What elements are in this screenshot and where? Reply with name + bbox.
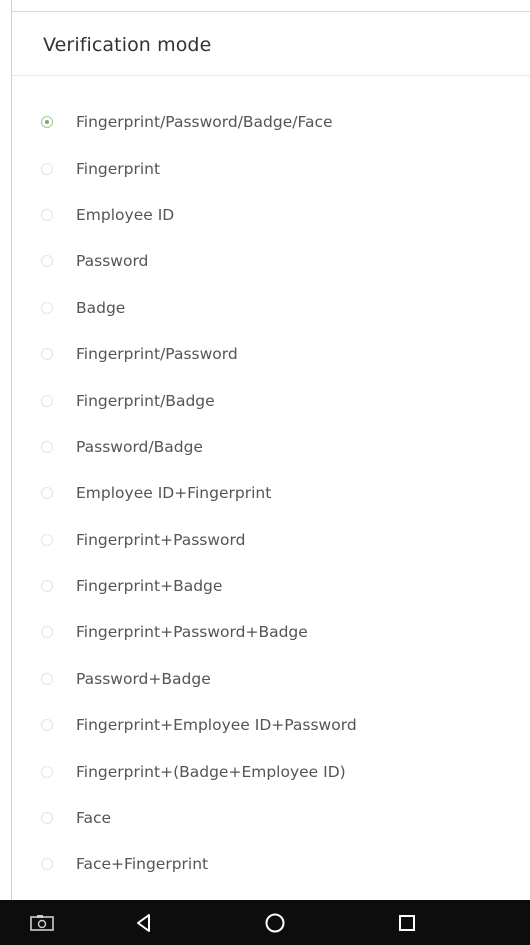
verification-option[interactable]: Password+Badge xyxy=(12,657,530,703)
radio-button[interactable] xyxy=(41,208,53,221)
verification-option[interactable]: Employee ID+Fingerprint xyxy=(12,471,530,517)
verification-option[interactable]: Fingerprint+Password+Badge xyxy=(12,610,530,656)
verification-option-label: Fingerprint xyxy=(76,159,161,178)
radio-button[interactable] xyxy=(41,672,53,685)
verification-mode-screen: Verification mode Fingerprint/Password/B… xyxy=(0,0,530,945)
radio-button[interactable] xyxy=(41,440,53,453)
verification-option[interactable]: Fingerprint xyxy=(12,146,530,192)
verification-option-label: Face+Fingerprint xyxy=(76,855,209,874)
verification-option[interactable]: Fingerprint/Password xyxy=(12,332,530,378)
verification-option[interactable]: Fingerprint+Badge xyxy=(12,564,530,610)
verification-option-label: Password/Badge xyxy=(76,437,203,456)
verification-option-label: Fingerprint+Password xyxy=(76,530,246,549)
verification-option[interactable]: Password xyxy=(12,239,530,285)
verification-option[interactable]: Fingerprint/Password/Badge/Face xyxy=(12,100,530,146)
radio-button[interactable] xyxy=(41,162,53,175)
verification-option[interactable]: Face xyxy=(12,796,530,842)
verification-option-label: Badge xyxy=(76,298,126,317)
radio-button[interactable] xyxy=(41,580,53,593)
navigation-bar xyxy=(0,900,530,945)
verification-option[interactable]: Password/Badge xyxy=(12,425,530,471)
verification-option-label: Employee ID+Fingerprint xyxy=(76,484,272,503)
verification-option-label: Fingerprint/Password/Badge/Face xyxy=(76,113,333,132)
verification-option[interactable]: Fingerprint+Employee ID+Password xyxy=(12,703,530,749)
verification-mode-list: Fingerprint/Password/Badge/Face Fingerpri… xyxy=(12,100,530,889)
verification-option-label: Password xyxy=(76,252,149,271)
verification-option-label: Fingerprint+Password+Badge xyxy=(76,623,308,642)
radio-button[interactable] xyxy=(41,812,53,825)
radio-button[interactable] xyxy=(41,301,53,314)
verification-option-label: Fingerprint/Badge xyxy=(76,391,215,410)
radio-button[interactable] xyxy=(41,255,53,268)
verification-option-label: Fingerprint+Badge xyxy=(76,577,223,596)
verification-option[interactable]: Employee ID xyxy=(12,193,530,239)
verification-option[interactable]: Badge xyxy=(12,286,530,332)
radio-button[interactable] xyxy=(41,348,53,361)
radio-button[interactable] xyxy=(41,626,53,639)
radio-button-checked[interactable] xyxy=(41,116,53,129)
home-icon[interactable] xyxy=(250,900,300,945)
verification-option-label: Password+Badge xyxy=(76,669,211,688)
page-title: Verification mode xyxy=(43,34,212,56)
radio-button[interactable] xyxy=(41,487,53,500)
verification-option[interactable]: Fingerprint+(Badge+Employee ID) xyxy=(12,749,530,795)
verification-option[interactable]: Fingerprint/Badge xyxy=(12,378,530,424)
verification-option-label: Fingerprint+Employee ID+Password xyxy=(76,716,357,735)
header: Verification mode xyxy=(12,12,530,76)
screenshot-icon[interactable] xyxy=(17,900,67,945)
verification-option[interactable]: Face+Fingerprint xyxy=(12,842,530,888)
verification-option-label: Fingerprint+(Badge+Employee ID) xyxy=(76,762,346,781)
verification-option-label: Face xyxy=(76,809,112,828)
radio-button[interactable] xyxy=(41,394,53,407)
verification-option-label: Employee ID xyxy=(76,205,175,224)
radio-button[interactable] xyxy=(41,533,53,546)
verification-option[interactable]: Fingerprint+Password xyxy=(12,518,530,564)
back-icon[interactable] xyxy=(119,900,169,945)
verification-option-label: Fingerprint/Password xyxy=(76,345,238,364)
recents-icon[interactable] xyxy=(382,900,432,945)
radio-button[interactable] xyxy=(41,765,53,778)
radio-button[interactable] xyxy=(41,719,53,732)
radio-button[interactable] xyxy=(41,858,53,871)
